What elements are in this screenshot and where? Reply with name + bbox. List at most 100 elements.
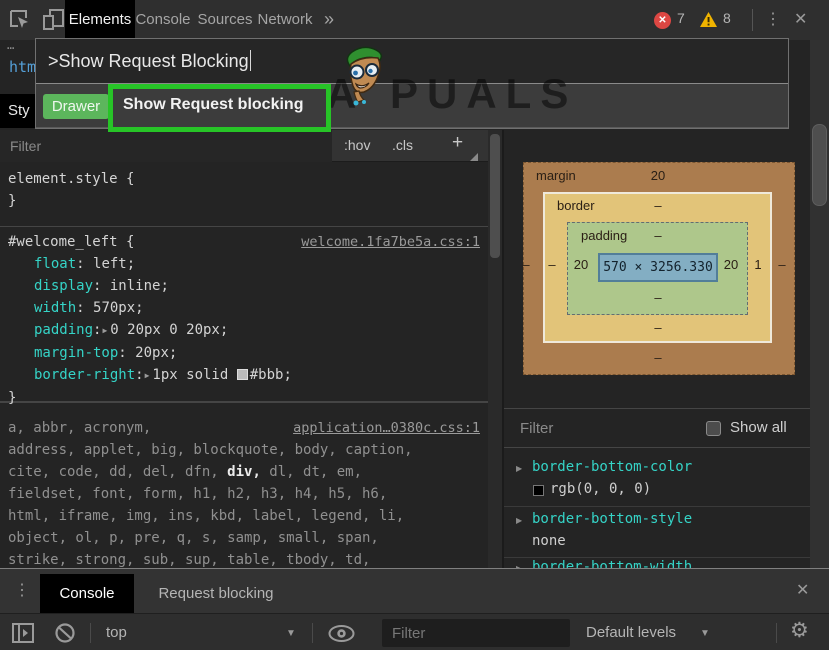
margin-left-value: –: [518, 257, 534, 272]
margin-label: margin: [536, 168, 576, 183]
drawer-tab-console[interactable]: Console: [40, 574, 134, 613]
resize-corner-icon: [470, 153, 478, 161]
expand-property-icon[interactable]: ▶: [516, 516, 522, 525]
css-property-display[interactable]: display: inline;: [8, 275, 480, 297]
sidebar-scrollbar-track: [810, 40, 829, 568]
computed-property-name: border-bottom-style: [532, 511, 692, 527]
toolbar-divider: [776, 623, 777, 643]
chevron-down-icon[interactable]: ▼: [286, 628, 296, 639]
mascot-icon: [342, 44, 386, 116]
computed-property-name: border-bottom-width: [532, 559, 692, 568]
toolbar-divider: [90, 623, 91, 643]
styles-scrollbar-thumb[interactable]: [490, 134, 500, 258]
sidebar-scrollbar-thumb[interactable]: [812, 124, 827, 206]
computed-filter-input[interactable]: [510, 414, 700, 442]
pseudo-state-toggle[interactable]: :hov: [344, 137, 370, 153]
close-drawer-icon[interactable]: ✕: [796, 580, 809, 600]
styles-filter-input[interactable]: [0, 130, 332, 162]
computed-pane: Show all ▶ border-bottom-color rgb(0, 0,…: [504, 409, 810, 568]
clear-console-icon[interactable]: [54, 622, 76, 649]
box-model-diagram: 570 × 3256.330 margin border padding 20 …: [504, 130, 810, 409]
warning-count[interactable]: 8: [723, 10, 731, 26]
computed-property-value: none: [532, 533, 566, 549]
console-filter-input[interactable]: [382, 619, 570, 647]
tab-sources[interactable]: Sources: [197, 0, 253, 40]
console-sidebar-icon[interactable]: [11, 621, 35, 650]
border-label: border: [557, 198, 595, 213]
css-rule-tag-selectors: application…0380c.css:1 a, abbr, acronym…: [0, 405, 488, 568]
stylesheet-source-link[interactable]: application…0380c.css:1: [293, 417, 480, 439]
tab-styles-partial[interactable]: Sty: [0, 94, 40, 128]
padding-bottom-value: –: [638, 290, 678, 305]
css-property-float[interactable]: float: left;: [8, 253, 480, 275]
margin-top-value: 20: [638, 168, 678, 183]
dom-tree-ellipsis: ⋯: [7, 41, 14, 55]
devtools-tabbar: Elements Console Sources Network » ✕ 7 8…: [0, 0, 829, 40]
rule-selector: #welcome_left: [8, 234, 118, 250]
console-toolbar: top ▼ Default levels ▼ ⚙: [0, 613, 829, 650]
log-level-selector[interactable]: Default levels: [586, 624, 676, 641]
console-drawer: ⋮ Console Request blocking ✕ top ▼: [0, 568, 829, 650]
css-rule-welcome-left: welcome.1fa7be5a.css:1 #welcome_left { f…: [0, 227, 488, 403]
drawer-menu-kebab-icon[interactable]: ⋮: [14, 580, 30, 600]
computed-filter-row: Show all: [504, 409, 810, 448]
computed-property-name: border-bottom-color: [532, 459, 692, 475]
drawer-tab-request-blocking[interactable]: Request blocking: [148, 574, 284, 613]
chevron-down-icon[interactable]: ▼: [700, 628, 710, 639]
stylesheet-source-link[interactable]: welcome.1fa7be5a.css:1: [301, 231, 480, 253]
color-swatch[interactable]: [237, 369, 248, 380]
drawer-badge: Drawer: [43, 94, 109, 119]
warning-count-icon[interactable]: [699, 11, 718, 33]
show-all-checkbox[interactable]: [706, 421, 721, 436]
expand-property-icon[interactable]: ▶: [516, 464, 522, 473]
border-bottom-value: –: [638, 320, 678, 335]
device-toolbar-icon[interactable]: [42, 9, 65, 36]
context-selector[interactable]: top: [106, 624, 127, 641]
error-count-icon[interactable]: ✕: [654, 12, 671, 29]
css-property-padding[interactable]: padding:▶0 20px 0 20px;: [8, 319, 480, 342]
live-expression-eye-icon[interactable]: [328, 625, 355, 647]
tab-network[interactable]: Network: [255, 0, 315, 40]
margin-bottom-value: –: [638, 350, 678, 365]
inspect-element-icon[interactable]: [8, 8, 32, 37]
padding-right-value: 20: [718, 257, 744, 272]
expand-shorthand-icon[interactable]: ▶: [101, 326, 110, 335]
annotation-highlight-rect: [108, 84, 331, 132]
list-divider: [504, 506, 810, 507]
console-settings-gear-icon[interactable]: ⚙: [790, 618, 809, 643]
styles-scrollbar-track: [488, 130, 502, 568]
list-divider: [504, 557, 810, 558]
element-class-toggle[interactable]: .cls: [392, 137, 413, 153]
computed-property-value: rgb(0, 0, 0): [550, 481, 651, 497]
show-all-label[interactable]: Show all: [730, 419, 787, 436]
border-left-value: –: [544, 257, 560, 272]
more-tabs-icon[interactable]: »: [324, 0, 334, 40]
main-menu-kebab-icon[interactable]: ⋮: [765, 9, 781, 29]
css-rule-element-style: element.style { }: [0, 162, 488, 227]
error-count[interactable]: 7: [677, 10, 685, 26]
toolbar-divider: [752, 9, 753, 31]
watermark-text-right: PUALS: [390, 70, 577, 118]
matched-selector: div,: [227, 464, 261, 480]
toolbar-divider: [312, 623, 313, 643]
css-property-border-right[interactable]: border-right:▶1px solid #bbb;: [8, 364, 480, 387]
margin-right-value: –: [774, 257, 790, 272]
css-property-margin-top[interactable]: margin-top: 20px;: [8, 342, 480, 364]
tab-console[interactable]: Console: [135, 0, 191, 40]
border-top-value: –: [638, 198, 678, 213]
devtools-window: Elements Console Sources Network » ✕ 7 8…: [0, 0, 829, 650]
styles-filter-row: :hov .cls +: [0, 130, 488, 162]
close-devtools-icon[interactable]: ✕: [794, 9, 807, 29]
css-property-width[interactable]: width: 570px;: [8, 297, 480, 319]
tab-elements[interactable]: Elements: [65, 0, 135, 40]
styles-pane: :hov .cls + element.style { } welcome.1f…: [0, 130, 488, 568]
new-style-rule-button[interactable]: +: [452, 132, 463, 154]
border-right-value: 1: [750, 257, 766, 272]
dom-tree-html-node[interactable]: htm: [9, 58, 36, 76]
box-model-content: 570 × 3256.330: [598, 253, 718, 282]
padding-left-value: 20: [568, 257, 594, 272]
computed-color-swatch: [533, 485, 544, 496]
padding-label: padding: [581, 228, 627, 243]
command-query-text[interactable]: >Show Request Blocking: [48, 50, 251, 72]
text-caret: [250, 50, 252, 71]
